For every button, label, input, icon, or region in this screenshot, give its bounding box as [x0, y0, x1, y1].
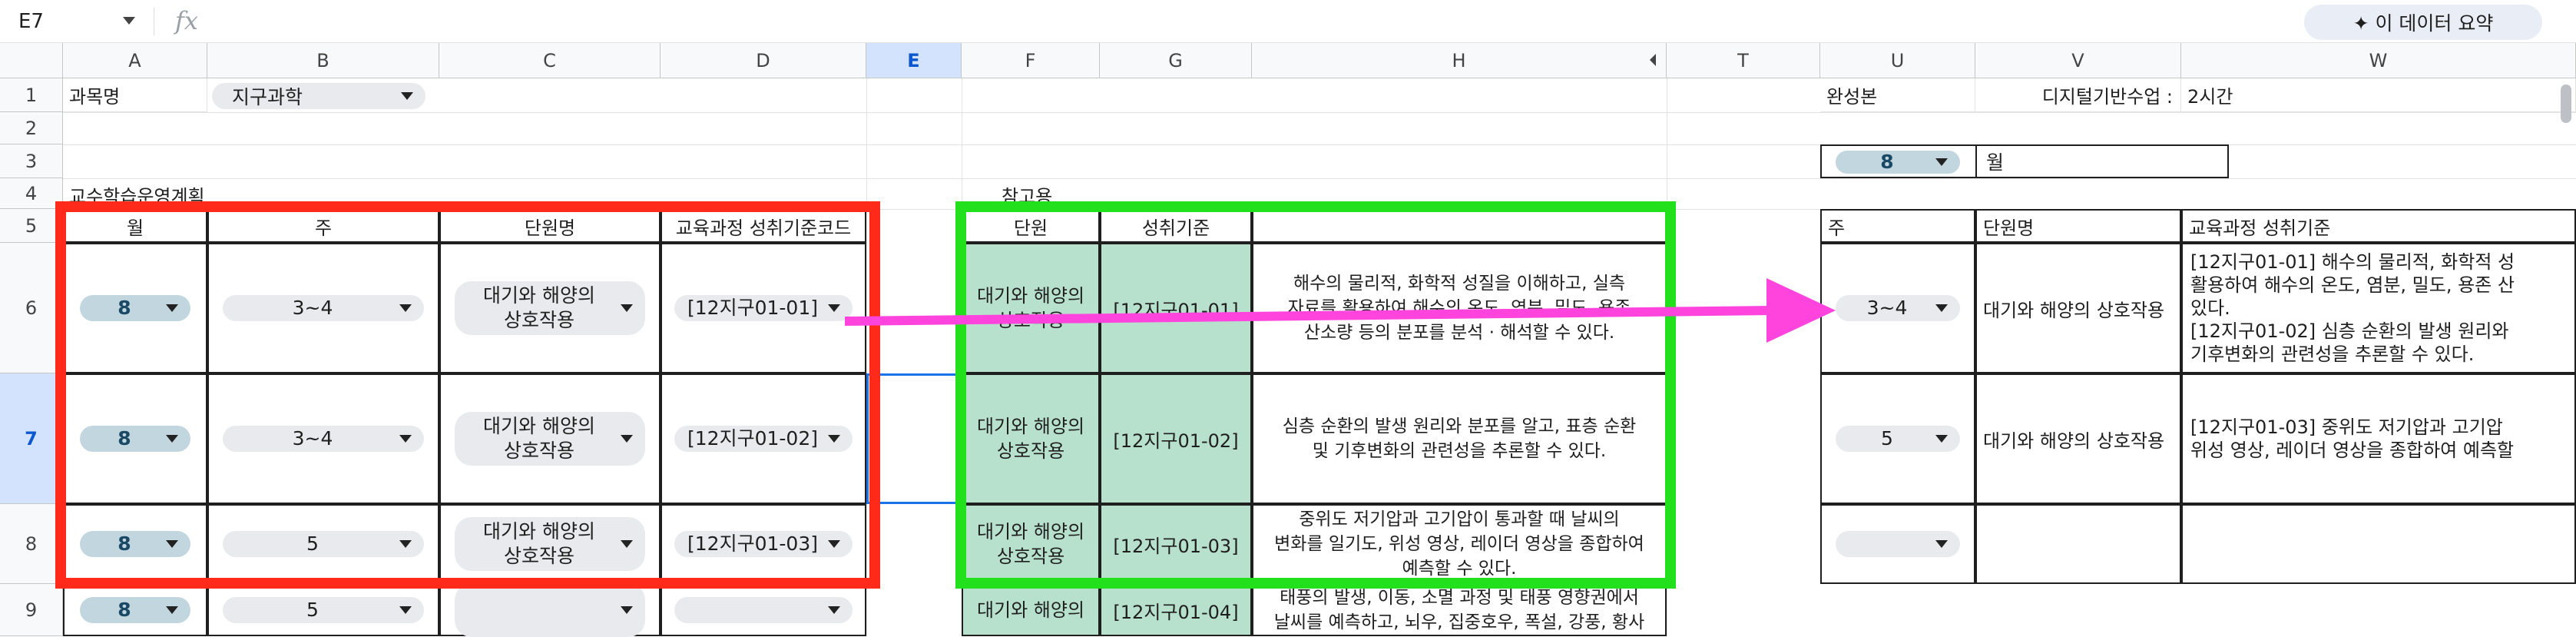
week-dropdown-value: 5 [306, 599, 319, 621]
cell-v1[interactable]: 디지털기반수업 : [1975, 78, 2181, 112]
chevron-down-icon [1935, 158, 1948, 166]
col-header-e[interactable]: E [866, 43, 962, 78]
row-header-5[interactable]: 5 [0, 209, 63, 243]
code-dropdown[interactable] [674, 597, 853, 623]
row-header-1[interactable]: 1 [0, 78, 63, 112]
right-standard-cell[interactable]: [12지구01-03] 중위도 저기압과 고기압 위성 영상, 레이더 영상을 … [2181, 373, 2576, 504]
col-header-g[interactable]: G [1100, 43, 1252, 78]
right-week-dropdown[interactable]: 5 [1836, 426, 1960, 452]
subject-dropdown[interactable]: 지구과학 [212, 83, 425, 109]
chevron-down-icon [1935, 540, 1948, 548]
chevron-down-icon[interactable] [123, 17, 135, 25]
row-header-7[interactable]: 7 [0, 373, 63, 504]
header-right-unit: 단원명 [1975, 209, 2181, 243]
scroll-left-icon[interactable] [1650, 54, 1656, 66]
cell-v3[interactable]: 월 [1975, 144, 2229, 178]
right-week-dropdown[interactable] [1836, 531, 1960, 557]
red-highlight-box [55, 201, 880, 589]
right-standard-cell[interactable] [2181, 504, 2576, 584]
right-week-dropdown-value: 5 [1881, 427, 1893, 450]
month-dropdown[interactable]: 8 [1836, 151, 1960, 174]
col-header-w[interactable]: W [2181, 43, 2576, 78]
month-unit-label: 월 [1986, 151, 2005, 174]
row-header-3[interactable]: 3 [0, 144, 63, 178]
row-header-8[interactable]: 8 [0, 504, 63, 584]
col-header-t[interactable]: T [1667, 43, 1820, 78]
right-week-dropdown-value: 3~4 [1866, 297, 1908, 319]
right-week-dropdown[interactable]: 3~4 [1836, 295, 1960, 321]
summarize-data-button[interactable]: ✦ 이 데이터 요약 [2304, 5, 2542, 40]
ref-unit-cell[interactable]: 대기와 해양의 [962, 584, 1100, 636]
chevron-down-icon [401, 92, 413, 100]
col-header-c[interactable]: C [439, 43, 661, 78]
subject-dropdown-value: 지구과학 [232, 86, 303, 108]
row-header-9[interactable]: 9 [0, 584, 63, 636]
chevron-down-icon [828, 606, 840, 614]
select-all-corner[interactable] [0, 43, 63, 78]
col-header-b[interactable]: B [207, 43, 439, 78]
col-header-u[interactable]: U [1820, 43, 1975, 78]
right-unit-cell[interactable]: 대기와 해양의 상호작용 [1975, 373, 2181, 504]
month-dropdown-value: 8 [118, 599, 131, 621]
col-header-f[interactable]: F [962, 43, 1100, 78]
row-header-4[interactable]: 4 [0, 178, 63, 209]
row-header-2[interactable]: 2 [0, 112, 63, 144]
unit-dropdown[interactable] [455, 583, 645, 637]
chevron-down-icon [399, 606, 412, 614]
chevron-down-icon [1935, 304, 1948, 312]
cell-e7-selected[interactable] [866, 373, 962, 504]
right-unit-cell[interactable] [1975, 504, 2181, 584]
name-box-value: E7 [18, 10, 44, 33]
vertical-scrollbar[interactable] [2561, 85, 2571, 123]
col-header-h[interactable]: H [1252, 43, 1667, 78]
fx-icon: fx [175, 6, 198, 35]
row-header-6[interactable]: 6 [0, 243, 63, 373]
ref-code-cell[interactable]: [12지구01-04] [1100, 584, 1252, 636]
month-dropdown-value: 8 [1880, 151, 1894, 173]
col-header-v[interactable]: V [1975, 43, 2181, 78]
arrow-icon [845, 278, 1836, 343]
green-highlight-box [955, 201, 1676, 589]
col-header-a[interactable]: A [63, 43, 207, 78]
chevron-down-icon [166, 606, 178, 614]
month-dropdown[interactable]: 8 [80, 597, 190, 623]
right-unit-cell[interactable]: 대기와 해양의 상호작용 [1975, 243, 2181, 373]
week-dropdown[interactable]: 5 [223, 597, 424, 623]
cell-a1[interactable]: 과목명 [63, 78, 207, 112]
cell-u1[interactable]: 완성본 [1820, 78, 1975, 112]
col-header-d[interactable]: D [661, 43, 866, 78]
chevron-down-icon [621, 606, 633, 614]
right-standard-cell[interactable]: [12지구01-01] 해수의 물리적, 화학적 성 활용하여 해수의 온도, … [2181, 243, 2576, 373]
ref-desc-cell[interactable]: 태풍의 발생, 이동, 소멸 과정 및 태풍 영향권에서 날씨를 예측하고, 뇌… [1252, 584, 1667, 636]
formula-bar [0, 0, 2576, 43]
header-right-standard: 교육과정 성취기준 [2181, 209, 2576, 243]
grid-line [63, 178, 2576, 179]
header-right-week: 주 [1820, 209, 1975, 243]
grid-line [63, 112, 2576, 113]
chevron-down-icon [1935, 435, 1948, 443]
cell-w1[interactable]: 2시간 [2181, 78, 2576, 112]
